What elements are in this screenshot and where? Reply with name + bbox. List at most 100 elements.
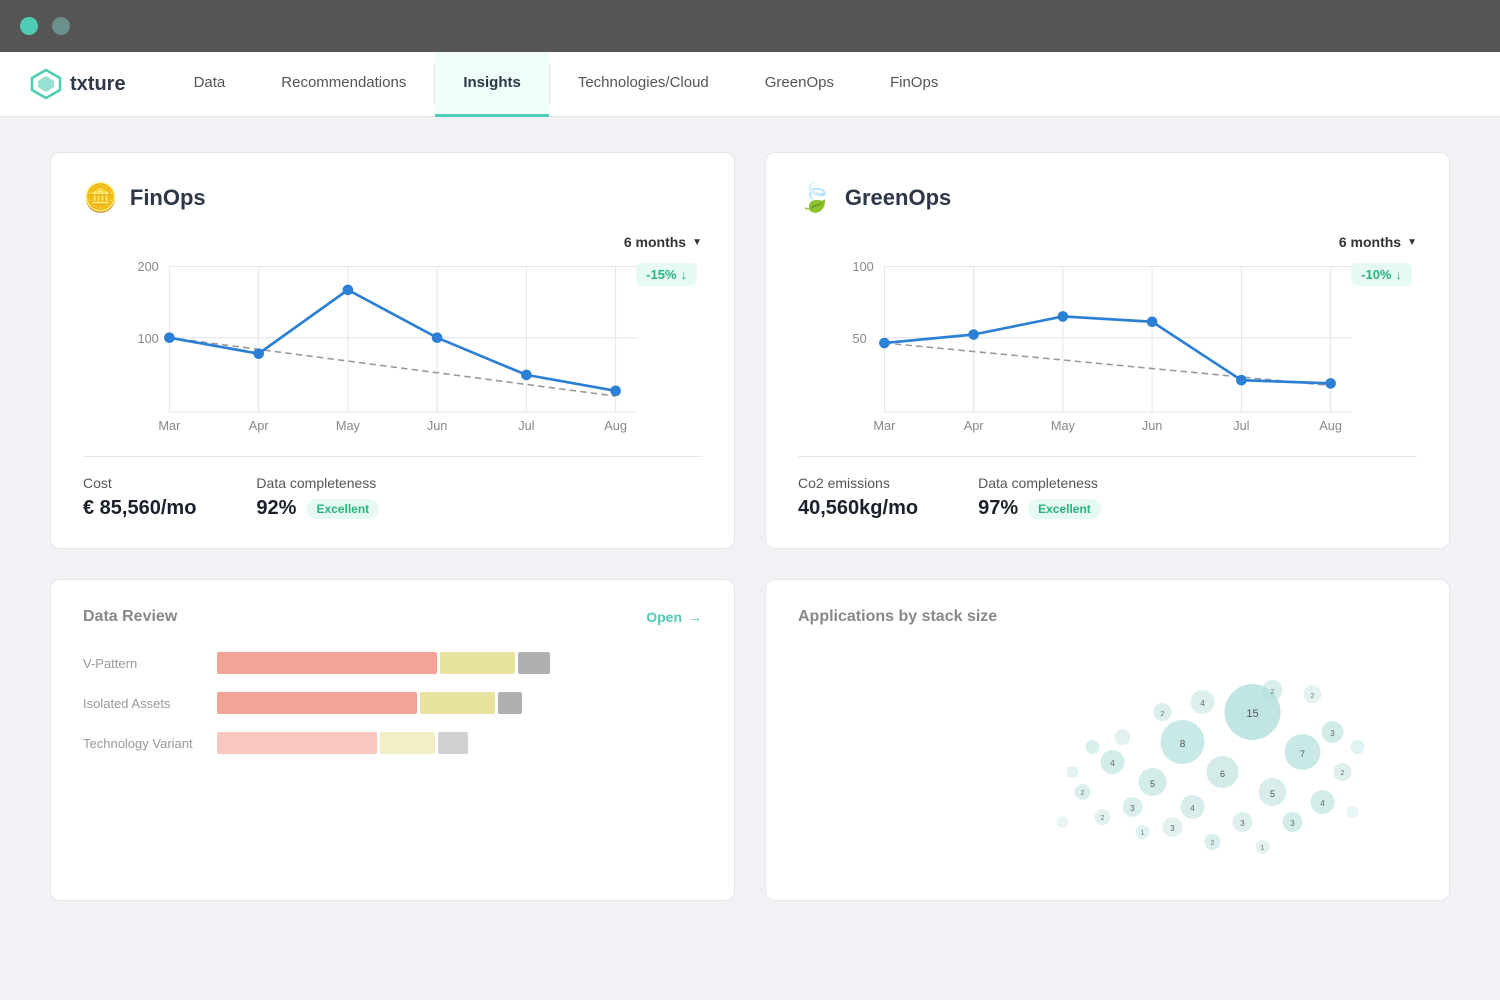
- open-link-arrow: →: [688, 609, 702, 625]
- svg-text:Apr: Apr: [964, 418, 985, 433]
- finops-cost-metric: Cost € 85,560/mo: [83, 475, 196, 520]
- svg-text:6: 6: [1220, 769, 1225, 779]
- svg-text:4: 4: [1320, 799, 1325, 808]
- greenops-card: 🍃 GreenOps 6 months ▼ -10% ↓ 100 50: [765, 152, 1450, 549]
- greenops-title: GreenOps: [845, 185, 951, 211]
- finops-metrics: Cost € 85,560/mo Data completeness 92% E…: [83, 475, 702, 520]
- svg-text:8: 8: [1180, 739, 1186, 750]
- nav-item-recommendations[interactable]: Recommendations: [253, 52, 434, 117]
- finops-excellent-badge: Excellent: [306, 499, 379, 519]
- cards-row: 🪙 FinOps 6 months ▼ -15% ↓ 200 100: [50, 152, 1450, 549]
- bar-label-techvariant: Technology Variant: [83, 736, 203, 751]
- main-content: 🪙 FinOps 6 months ▼ -15% ↓ 200 100: [0, 117, 1500, 936]
- bar-seg-red-3: [217, 732, 377, 754]
- nav-item-finops[interactable]: FinOps: [862, 52, 966, 117]
- svg-text:2: 2: [1211, 840, 1215, 847]
- app-stack-card: Applications by stack size 15 8 7 6 5: [765, 579, 1450, 901]
- greenops-completeness-metric: Data completeness 97% Excellent: [978, 475, 1101, 520]
- greenops-icon: 🍃: [798, 181, 833, 214]
- finops-trend-badge: -15% ↓: [636, 263, 697, 286]
- greenops-metrics: Co2 emissions 40,560kg/mo Data completen…: [798, 475, 1417, 520]
- nav-item-technologies[interactable]: Technologies/Cloud: [550, 52, 737, 117]
- svg-text:2: 2: [1081, 790, 1085, 797]
- svg-text:2: 2: [1101, 815, 1105, 822]
- bar-label-isolated: Isolated Assets: [83, 696, 203, 711]
- bar-seg-gray-3: [438, 732, 468, 754]
- bar-seg-yellow-3: [380, 732, 435, 754]
- svg-text:Aug: Aug: [1319, 418, 1342, 433]
- svg-text:Jul: Jul: [1233, 418, 1249, 433]
- svg-text:May: May: [1051, 418, 1076, 433]
- navbar: txture Data Recommendations Insights Tec…: [0, 52, 1500, 117]
- logo: txture: [30, 68, 126, 100]
- svg-text:Jun: Jun: [1142, 418, 1163, 433]
- svg-text:Aug: Aug: [604, 418, 627, 433]
- svg-text:100: 100: [853, 259, 874, 274]
- svg-text:3: 3: [1290, 819, 1295, 828]
- svg-text:3: 3: [1240, 819, 1245, 828]
- data-review-card: Data Review Open → V-Pattern Isolated As…: [50, 579, 735, 901]
- svg-text:3: 3: [1130, 804, 1135, 813]
- svg-text:Jun: Jun: [427, 418, 448, 433]
- app-stack-chart: 15 8 7 6 5 5 4 4 4: [798, 652, 1417, 872]
- svg-text:4: 4: [1190, 804, 1195, 813]
- greenops-trend-badge: -10% ↓: [1351, 263, 1412, 286]
- finops-chart-area: -15% ↓ 200 100: [83, 258, 702, 438]
- greenops-divider: [798, 456, 1417, 457]
- finops-time-arrow: ▼: [692, 237, 702, 248]
- svg-text:7: 7: [1300, 749, 1305, 759]
- bar-seg-gray: [518, 652, 550, 674]
- greenops-emissions-value: 40,560kg/mo: [798, 497, 918, 520]
- topbar: [0, 0, 1500, 52]
- greenops-time-arrow: ▼: [1407, 237, 1417, 248]
- nav-item-greenops[interactable]: GreenOps: [737, 52, 862, 117]
- greenops-completeness-value: 97% Excellent: [978, 497, 1101, 520]
- greenops-chart: 100 50: [798, 258, 1417, 428]
- greenops-card-header: 🍃 GreenOps: [798, 181, 1417, 214]
- app-stack-bubble-area: 15 8 7 6 5 5 4 4 4: [798, 652, 1417, 872]
- svg-text:1: 1: [1261, 845, 1265, 852]
- nav-item-data[interactable]: Data: [166, 52, 254, 117]
- svg-text:50: 50: [853, 331, 867, 346]
- nav-items: Data Recommendations Insights Technologi…: [166, 52, 967, 117]
- finops-cost-label: Cost: [83, 475, 196, 491]
- finops-completeness-label: Data completeness: [256, 475, 379, 491]
- svg-text:5: 5: [1270, 789, 1275, 799]
- finops-time-selector[interactable]: 6 months ▼: [624, 234, 702, 250]
- finops-chart: 200 100: [83, 258, 702, 428]
- finops-card: 🪙 FinOps 6 months ▼ -15% ↓ 200 100: [50, 152, 735, 549]
- bottom-row: Data Review Open → V-Pattern Isolated As…: [50, 579, 1450, 901]
- svg-text:3: 3: [1170, 824, 1175, 833]
- bar-seg-red-2: [217, 692, 417, 714]
- finops-icon: 🪙: [83, 181, 118, 214]
- app-stack-header: Applications by stack size: [798, 608, 1417, 626]
- greenops-emissions-label: Co2 emissions: [798, 475, 918, 491]
- finops-divider: [83, 456, 702, 457]
- svg-text:2: 2: [1341, 770, 1345, 777]
- svg-text:200: 200: [138, 259, 159, 274]
- finops-title: FinOps: [130, 185, 206, 211]
- bar-row-techvariant: Technology Variant: [83, 732, 702, 754]
- svg-text:May: May: [336, 418, 361, 433]
- svg-text:2: 2: [1161, 711, 1165, 718]
- greenops-excellent-badge: Excellent: [1028, 499, 1101, 519]
- svg-text:100: 100: [138, 331, 159, 346]
- bar-track-techvariant: [217, 732, 702, 754]
- finops-completeness-metric: Data completeness 92% Excellent: [256, 475, 379, 520]
- data-review-title: Data Review: [83, 608, 177, 626]
- svg-text:3: 3: [1330, 729, 1335, 738]
- greenops-time-selector[interactable]: 6 months ▼: [1339, 234, 1417, 250]
- nav-item-insights[interactable]: Insights: [435, 52, 549, 117]
- data-review-open-link[interactable]: Open →: [646, 609, 702, 625]
- bar-seg-gray-2: [498, 692, 522, 714]
- topbar-dot-teal: [52, 17, 70, 35]
- svg-text:4: 4: [1110, 759, 1115, 768]
- svg-text:Mar: Mar: [873, 418, 896, 433]
- svg-text:Apr: Apr: [249, 418, 270, 433]
- app-stack-title: Applications by stack size: [798, 608, 997, 626]
- bar-seg-red: [217, 652, 437, 674]
- bar-row-isolated: Isolated Assets: [83, 692, 702, 714]
- finops-card-header: 🪙 FinOps: [83, 181, 702, 214]
- svg-text:1: 1: [1141, 830, 1145, 837]
- greenops-chart-controls: 6 months ▼: [798, 234, 1417, 250]
